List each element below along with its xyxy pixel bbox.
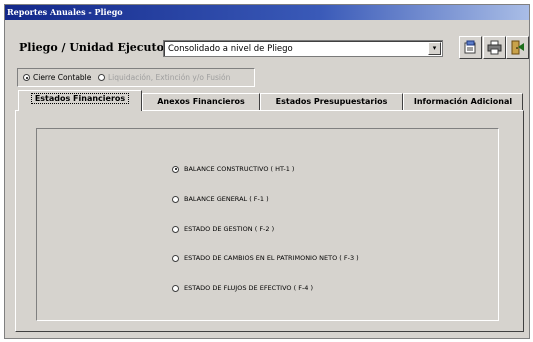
report-option-f4[interactable]: ESTADO DE FLUJOS DE EFECTIVO ( F-4 ) (172, 284, 313, 292)
unidad-ejecutora-value: Consolidado a nivel de Pliego (168, 44, 293, 54)
exit-icon (511, 40, 524, 55)
tab-anexos-financieros[interactable]: Anexos Financieros (142, 93, 260, 110)
window-title: Reportes Anuales - Pliego (5, 5, 529, 20)
report-tabs: Estados Financieros Anexos Financieros E… (15, 90, 524, 111)
liquidacion-option: Liquidación, Extinción y/o Fusión (98, 73, 230, 82)
pliego-label: Pliego / Unidad Ejecutora : (19, 41, 185, 54)
report-button[interactable] (459, 36, 482, 59)
report-options-frame: BALANCE CONSTRUCTIVO ( HT-1 ) BALANCE GE… (36, 128, 499, 321)
exit-button[interactable] (506, 36, 529, 59)
radio-selected-icon (172, 165, 179, 173)
radio-unselected-icon (172, 254, 179, 262)
report-option-ht1[interactable]: BALANCE CONSTRUCTIVO ( HT-1 ) (172, 165, 294, 173)
dropdown-arrow-icon[interactable]: ▾ (428, 42, 441, 55)
print-button[interactable] (483, 36, 506, 59)
tab-label: Estados Presupuestarios (275, 97, 388, 106)
cierre-contable-label: Cierre Contable (33, 73, 92, 82)
radio-unselected-icon (172, 195, 179, 203)
printer-icon (487, 40, 502, 55)
radio-unselected-icon (172, 284, 179, 292)
tab-label: Información Adicional (413, 97, 513, 106)
report-option-label: ESTADO DE CAMBIOS EN EL PATRIMONIO NETO … (184, 254, 359, 262)
radio-unselected-icon (172, 225, 179, 233)
report-option-f3[interactable]: ESTADO DE CAMBIOS EN EL PATRIMONIO NETO … (172, 254, 359, 262)
cierre-contable-option[interactable]: Cierre Contable (23, 73, 91, 82)
tab-estados-financieros[interactable]: Estados Financieros (18, 90, 142, 111)
report-option-label: BALANCE GENERAL ( F-1 ) (184, 195, 269, 203)
report-option-label: BALANCE CONSTRUCTIVO ( HT-1 ) (184, 165, 295, 173)
estados-financieros-panel: BALANCE CONSTRUCTIVO ( HT-1 ) BALANCE GE… (15, 110, 524, 332)
cierre-mode-group: Cierre Contable Liquidación, Extinción y… (17, 68, 255, 87)
report-option-label: ESTADO DE FLUJOS DE EFECTIVO ( F-4 ) (184, 284, 314, 292)
reportes-anuales-window: Reportes Anuales - Pliego Pliego / Unida… (4, 4, 530, 339)
tab-label: Anexos Financieros (157, 97, 245, 106)
tab-estados-presupuestarios[interactable]: Estados Presupuestarios (260, 93, 403, 110)
tab-informacion-adicional[interactable]: Información Adicional (403, 93, 523, 110)
report-option-f1[interactable]: BALANCE GENERAL ( F-1 ) (172, 195, 269, 203)
report-option-label: ESTADO DE GESTION ( F-2 ) (184, 225, 275, 233)
liquidacion-label: Liquidación, Extinción y/o Fusión (108, 73, 231, 82)
radio-unselected-icon (98, 74, 105, 81)
report-icon (464, 40, 476, 54)
unidad-ejecutora-select[interactable]: Consolidado a nivel de Pliego ▾ (163, 40, 443, 57)
report-option-f2[interactable]: ESTADO DE GESTION ( F-2 ) (172, 225, 274, 233)
tab-label: Estados Financieros (30, 93, 130, 104)
radio-selected-icon (23, 74, 30, 81)
